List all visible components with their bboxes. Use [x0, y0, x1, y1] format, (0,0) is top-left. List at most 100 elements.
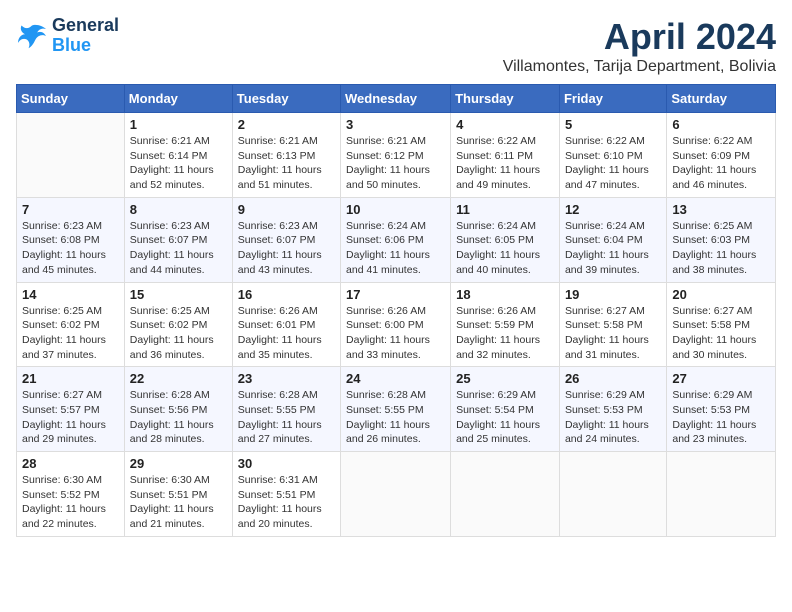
day-info: Sunrise: 6:22 AM Sunset: 6:10 PM Dayligh…	[565, 134, 661, 193]
header-sunday: Sunday	[17, 85, 125, 113]
calendar-week-row: 1 Sunrise: 6:21 AM Sunset: 6:14 PM Dayli…	[17, 113, 776, 198]
day-info: Sunrise: 6:29 AM Sunset: 5:54 PM Dayligh…	[456, 388, 554, 447]
day-info: Sunrise: 6:25 AM Sunset: 6:02 PM Dayligh…	[22, 304, 119, 363]
day-number: 17	[346, 287, 445, 302]
table-row	[451, 452, 560, 537]
day-number: 2	[238, 117, 335, 132]
day-number: 16	[238, 287, 335, 302]
header-saturday: Saturday	[667, 85, 776, 113]
day-number: 26	[565, 371, 661, 386]
header-tuesday: Tuesday	[232, 85, 340, 113]
day-number: 13	[672, 202, 770, 217]
day-number: 5	[565, 117, 661, 132]
day-number: 21	[22, 371, 119, 386]
day-info: Sunrise: 6:21 AM Sunset: 6:13 PM Dayligh…	[238, 134, 335, 193]
table-row	[341, 452, 451, 537]
day-number: 4	[456, 117, 554, 132]
day-info: Sunrise: 6:31 AM Sunset: 5:51 PM Dayligh…	[238, 473, 335, 532]
day-info: Sunrise: 6:24 AM Sunset: 6:04 PM Dayligh…	[565, 219, 661, 278]
day-info: Sunrise: 6:22 AM Sunset: 6:09 PM Dayligh…	[672, 134, 770, 193]
table-row: 18 Sunrise: 6:26 AM Sunset: 5:59 PM Dayl…	[451, 282, 560, 367]
table-row: 27 Sunrise: 6:29 AM Sunset: 5:53 PM Dayl…	[667, 367, 776, 452]
table-row: 7 Sunrise: 6:23 AM Sunset: 6:08 PM Dayli…	[17, 197, 125, 282]
table-row: 1 Sunrise: 6:21 AM Sunset: 6:14 PM Dayli…	[124, 113, 232, 198]
day-number: 11	[456, 202, 554, 217]
table-row: 16 Sunrise: 6:26 AM Sunset: 6:01 PM Dayl…	[232, 282, 340, 367]
day-number: 8	[130, 202, 227, 217]
day-info: Sunrise: 6:27 AM Sunset: 5:57 PM Dayligh…	[22, 388, 119, 447]
table-row: 6 Sunrise: 6:22 AM Sunset: 6:09 PM Dayli…	[667, 113, 776, 198]
calendar-week-row: 7 Sunrise: 6:23 AM Sunset: 6:08 PM Dayli…	[17, 197, 776, 282]
day-number: 18	[456, 287, 554, 302]
calendar-week-row: 14 Sunrise: 6:25 AM Sunset: 6:02 PM Dayl…	[17, 282, 776, 367]
table-row: 24 Sunrise: 6:28 AM Sunset: 5:55 PM Dayl…	[341, 367, 451, 452]
table-row: 9 Sunrise: 6:23 AM Sunset: 6:07 PM Dayli…	[232, 197, 340, 282]
day-number: 28	[22, 456, 119, 471]
table-row: 8 Sunrise: 6:23 AM Sunset: 6:07 PM Dayli…	[124, 197, 232, 282]
location-title: Villamontes, Tarija Department, Bolivia	[503, 58, 776, 76]
table-row: 29 Sunrise: 6:30 AM Sunset: 5:51 PM Dayl…	[124, 452, 232, 537]
day-number: 25	[456, 371, 554, 386]
calendar-header-row: Sunday Monday Tuesday Wednesday Thursday…	[17, 85, 776, 113]
title-area: April 2024 Villamontes, Tarija Departmen…	[503, 16, 776, 76]
day-info: Sunrise: 6:25 AM Sunset: 6:02 PM Dayligh…	[130, 304, 227, 363]
day-info: Sunrise: 6:30 AM Sunset: 5:52 PM Dayligh…	[22, 473, 119, 532]
table-row: 17 Sunrise: 6:26 AM Sunset: 6:00 PM Dayl…	[341, 282, 451, 367]
day-number: 3	[346, 117, 445, 132]
day-info: Sunrise: 6:26 AM Sunset: 6:00 PM Dayligh…	[346, 304, 445, 363]
logo: General Blue	[16, 16, 119, 56]
day-info: Sunrise: 6:27 AM Sunset: 5:58 PM Dayligh…	[565, 304, 661, 363]
day-info: Sunrise: 6:23 AM Sunset: 6:07 PM Dayligh…	[130, 219, 227, 278]
logo-bird-icon	[16, 22, 48, 50]
day-info: Sunrise: 6:30 AM Sunset: 5:51 PM Dayligh…	[130, 473, 227, 532]
day-number: 29	[130, 456, 227, 471]
table-row: 12 Sunrise: 6:24 AM Sunset: 6:04 PM Dayl…	[559, 197, 666, 282]
day-number: 14	[22, 287, 119, 302]
month-title: April 2024	[503, 16, 776, 58]
day-number: 20	[672, 287, 770, 302]
calendar-week-row: 21 Sunrise: 6:27 AM Sunset: 5:57 PM Dayl…	[17, 367, 776, 452]
day-info: Sunrise: 6:28 AM Sunset: 5:55 PM Dayligh…	[346, 388, 445, 447]
table-row: 5 Sunrise: 6:22 AM Sunset: 6:10 PM Dayli…	[559, 113, 666, 198]
day-number: 10	[346, 202, 445, 217]
table-row: 2 Sunrise: 6:21 AM Sunset: 6:13 PM Dayli…	[232, 113, 340, 198]
day-info: Sunrise: 6:23 AM Sunset: 6:08 PM Dayligh…	[22, 219, 119, 278]
day-info: Sunrise: 6:29 AM Sunset: 5:53 PM Dayligh…	[565, 388, 661, 447]
day-number: 19	[565, 287, 661, 302]
table-row: 30 Sunrise: 6:31 AM Sunset: 5:51 PM Dayl…	[232, 452, 340, 537]
table-row: 20 Sunrise: 6:27 AM Sunset: 5:58 PM Dayl…	[667, 282, 776, 367]
day-number: 24	[346, 371, 445, 386]
table-row	[17, 113, 125, 198]
day-number: 6	[672, 117, 770, 132]
table-row	[667, 452, 776, 537]
table-row: 13 Sunrise: 6:25 AM Sunset: 6:03 PM Dayl…	[667, 197, 776, 282]
day-info: Sunrise: 6:28 AM Sunset: 5:56 PM Dayligh…	[130, 388, 227, 447]
day-number: 1	[130, 117, 227, 132]
table-row: 3 Sunrise: 6:21 AM Sunset: 6:12 PM Dayli…	[341, 113, 451, 198]
day-number: 23	[238, 371, 335, 386]
table-row: 4 Sunrise: 6:22 AM Sunset: 6:11 PM Dayli…	[451, 113, 560, 198]
header-thursday: Thursday	[451, 85, 560, 113]
calendar-table: Sunday Monday Tuesday Wednesday Thursday…	[16, 84, 776, 537]
day-info: Sunrise: 6:24 AM Sunset: 6:06 PM Dayligh…	[346, 219, 445, 278]
day-info: Sunrise: 6:29 AM Sunset: 5:53 PM Dayligh…	[672, 388, 770, 447]
day-info: Sunrise: 6:21 AM Sunset: 6:12 PM Dayligh…	[346, 134, 445, 193]
day-info: Sunrise: 6:21 AM Sunset: 6:14 PM Dayligh…	[130, 134, 227, 193]
day-number: 22	[130, 371, 227, 386]
day-number: 27	[672, 371, 770, 386]
table-row: 10 Sunrise: 6:24 AM Sunset: 6:06 PM Dayl…	[341, 197, 451, 282]
day-number: 7	[22, 202, 119, 217]
table-row: 14 Sunrise: 6:25 AM Sunset: 6:02 PM Dayl…	[17, 282, 125, 367]
table-row: 15 Sunrise: 6:25 AM Sunset: 6:02 PM Dayl…	[124, 282, 232, 367]
table-row: 22 Sunrise: 6:28 AM Sunset: 5:56 PM Dayl…	[124, 367, 232, 452]
header-friday: Friday	[559, 85, 666, 113]
table-row: 21 Sunrise: 6:27 AM Sunset: 5:57 PM Dayl…	[17, 367, 125, 452]
day-info: Sunrise: 6:28 AM Sunset: 5:55 PM Dayligh…	[238, 388, 335, 447]
table-row: 28 Sunrise: 6:30 AM Sunset: 5:52 PM Dayl…	[17, 452, 125, 537]
table-row: 25 Sunrise: 6:29 AM Sunset: 5:54 PM Dayl…	[451, 367, 560, 452]
header-monday: Monday	[124, 85, 232, 113]
day-info: Sunrise: 6:26 AM Sunset: 5:59 PM Dayligh…	[456, 304, 554, 363]
day-info: Sunrise: 6:27 AM Sunset: 5:58 PM Dayligh…	[672, 304, 770, 363]
page-header: General Blue April 2024 Villamontes, Tar…	[16, 16, 776, 76]
day-info: Sunrise: 6:22 AM Sunset: 6:11 PM Dayligh…	[456, 134, 554, 193]
